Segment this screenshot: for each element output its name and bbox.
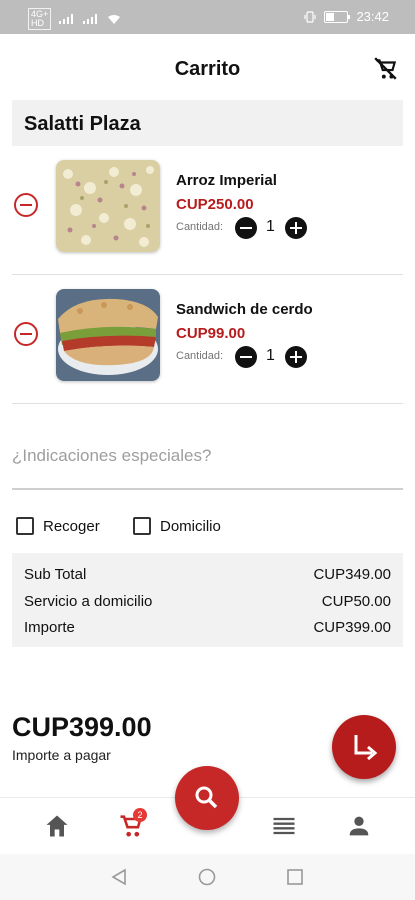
recents-icon[interactable] — [286, 868, 304, 886]
summary-row: Importe CUP399.00 — [24, 619, 391, 636]
cart-item: Sandwich de cerdo CUP99.00 Cantidad: 1 — [12, 275, 403, 404]
checkbox-box[interactable] — [16, 517, 34, 535]
summary-label: Sub Total — [24, 566, 87, 583]
checkbox-box[interactable] — [133, 517, 151, 535]
quantity-value: 1 — [266, 347, 275, 364]
back-icon[interactable] — [110, 868, 128, 886]
network-type-icon: 4G+ HD — [28, 8, 52, 30]
decrease-quantity-icon[interactable] — [235, 346, 257, 368]
summary-value: CUP50.00 — [321, 593, 391, 610]
remove-shopping-cart-icon[interactable] — [373, 56, 399, 82]
total-caption: Importe a pagar — [12, 747, 111, 763]
pickup-checkbox[interactable]: Recoger — [16, 517, 100, 535]
item-image-rice — [56, 160, 160, 252]
signal-icon — [59, 14, 75, 24]
search-button[interactable] — [175, 766, 239, 830]
app-bar: Carrito — [0, 34, 415, 100]
status-left: 4G+ HD — [28, 8, 121, 30]
item-image-sandwich — [56, 289, 160, 381]
item-name: Arroz Imperial — [176, 172, 277, 189]
increase-quantity-icon[interactable] — [285, 217, 307, 239]
list-icon[interactable] — [270, 812, 298, 840]
summary-value: CUP349.00 — [313, 566, 391, 583]
item-name: Sandwich de cerdo — [176, 301, 313, 318]
quantity-label: Cantidad: — [176, 350, 224, 362]
cart-item: Arroz Imperial CUP250.00 Cantidad: 1 — [12, 146, 403, 275]
summary-label: Importe — [24, 619, 75, 636]
home-circle-icon[interactable] — [198, 868, 216, 886]
decrease-quantity-icon[interactable] — [235, 217, 257, 239]
cart-nav-item[interactable]: 2 — [117, 808, 147, 840]
item-price: CUP99.00 — [176, 325, 246, 342]
battery-icon — [324, 10, 351, 23]
signal-icon-2 — [83, 14, 99, 24]
status-right: 23:42 — [304, 9, 389, 24]
delivery-label: Domicilio — [160, 517, 221, 535]
store-header: Salatti Plaza — [12, 100, 403, 146]
summary-label: Servicio a domicilio — [24, 593, 153, 610]
page-title: Carrito — [174, 58, 241, 80]
order-summary: Sub Total CUP349.00 Servicio a domicilio… — [12, 553, 403, 647]
item-price: CUP250.00 — [176, 196, 254, 213]
checkout-button[interactable] — [332, 715, 396, 779]
total-amount: CUP399.00 — [12, 712, 152, 742]
delivery-checkbox[interactable]: Domicilio — [133, 517, 221, 535]
status-time: 23:42 — [356, 9, 389, 24]
increase-quantity-icon[interactable] — [285, 346, 307, 368]
summary-row: Sub Total CUP349.00 — [24, 566, 391, 583]
input-underline — [12, 488, 403, 490]
wifi-icon — [108, 14, 121, 24]
subdirectory-arrow-right-icon — [354, 735, 378, 761]
system-navigation-bar — [0, 854, 415, 900]
special-instructions-input[interactable]: ¿Indicaciones especiales? — [12, 446, 211, 466]
summary-row: Servicio a domicilio CUP50.00 — [24, 593, 391, 610]
summary-value: CUP399.00 — [313, 619, 391, 636]
vibrate-icon — [304, 10, 317, 23]
status-bar: 4G+ HD 23:42 — [0, 0, 415, 34]
quantity-value: 1 — [266, 218, 275, 235]
home-icon[interactable] — [43, 812, 71, 840]
remove-item-icon[interactable] — [14, 322, 38, 346]
pickup-label: Recoger — [43, 517, 100, 535]
quantity-label: Cantidad: — [176, 221, 224, 233]
cart-badge: 2 — [133, 808, 147, 822]
remove-item-icon[interactable] — [14, 193, 38, 217]
person-icon[interactable] — [345, 812, 373, 840]
search-icon — [195, 786, 218, 809]
store-name: Salatti Plaza — [24, 113, 141, 135]
